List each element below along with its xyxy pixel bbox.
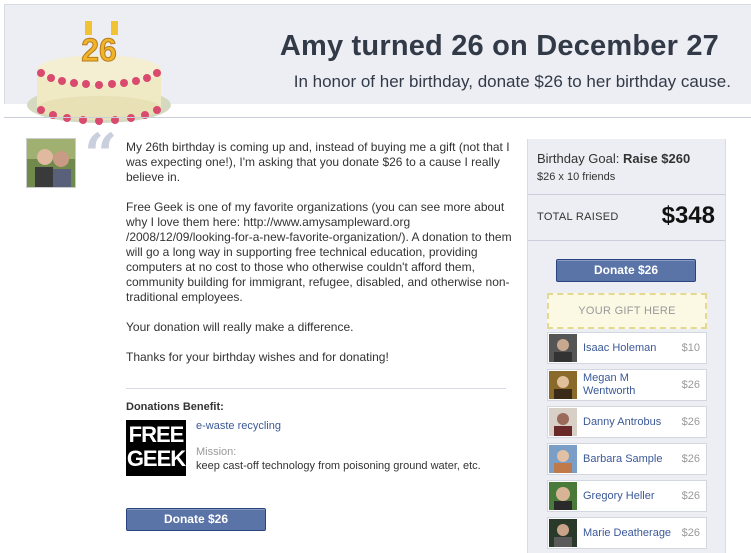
page-subtitle: In honor of her birthday, donate $26 to … — [293, 72, 731, 91]
donation-sidebar: Birthday Goal: Raise $260 $26 x 10 frien… — [527, 139, 726, 553]
donor-amount: $26 — [681, 453, 700, 465]
message-paragraph: Thanks for your birthday wishes and for … — [126, 350, 389, 364]
donor-item[interactable]: Gregory Heller $26 — [547, 480, 707, 512]
donor-name[interactable]: Marie Deatherage — [583, 518, 679, 548]
donor-name[interactable]: Gregory Heller — [583, 481, 679, 511]
donor-item[interactable]: Megan M Wentworth $26 — [547, 369, 707, 401]
quote-icon: “ — [84, 121, 118, 189]
header-divider — [4, 117, 751, 118]
donor-amount: $26 — [681, 527, 700, 539]
goal-prefix: Birthday Goal: — [537, 151, 620, 166]
donor-avatar — [549, 482, 577, 510]
cake-number: 26 — [81, 32, 117, 68]
donor-name[interactable]: Isaac Holeman — [583, 333, 679, 363]
total-raised-label: TOTAL RAISED — [537, 211, 619, 223]
donor-name[interactable]: Megan M Wentworth — [583, 370, 679, 400]
logo-line: FREE — [128, 422, 185, 447]
donor-avatar — [549, 519, 577, 547]
donor-avatar — [549, 334, 577, 362]
sidebar-divider — [528, 240, 725, 241]
birthday-header: 26 Amy turned 26 on December 27 In honor… — [4, 4, 751, 125]
donor-amount: $26 — [681, 416, 700, 428]
donations-benefit-label: Donations Benefit: — [126, 401, 224, 413]
donor-amount: $26 — [681, 490, 700, 502]
donor-item[interactable]: Danny Antrobus $26 — [547, 406, 707, 438]
page-title: Amy turned 26 on December 27 — [279, 30, 719, 62]
total-raised-value: $348 — [661, 202, 715, 229]
message-paragraph: My 26th birthday is coming up and, inste… — [126, 140, 510, 184]
mission-label: Mission: — [196, 446, 237, 458]
logo-line: GEEK — [126, 446, 186, 471]
donor-item[interactable]: Marie Deatherage $26 — [547, 517, 707, 549]
mission-text: keep cast-off technology from poisoning … — [196, 460, 481, 472]
your-gift-placeholder: YOUR GIFT HERE — [547, 293, 707, 329]
donor-avatar — [549, 445, 577, 473]
message-paragraph: Free Geek is one of my favorite organiza… — [126, 200, 512, 304]
donor-name[interactable]: Barbara Sample — [583, 444, 679, 474]
donor-amount: $10 — [681, 342, 700, 354]
sidebar-divider — [528, 194, 725, 195]
donor-name[interactable]: Danny Antrobus — [583, 407, 679, 437]
avatar[interactable] — [26, 138, 76, 188]
birthday-message: My 26th birthday is coming up and, inste… — [126, 140, 512, 380]
section-divider — [126, 388, 506, 389]
goal-breakdown: $26 x 10 friends — [537, 171, 616, 183]
donor-avatar — [549, 371, 577, 399]
donor-amount: $26 — [681, 379, 700, 391]
message-paragraph: Your donation will really make a differe… — [126, 320, 354, 334]
free-geek-logo[interactable]: FREE GEEK — [126, 420, 186, 476]
goal-value: Raise $260 — [623, 151, 691, 166]
donor-item[interactable]: Isaac Holeman $10 — [547, 332, 707, 364]
cause-link[interactable]: e-waste recycling — [196, 420, 281, 432]
birthday-goal: Birthday Goal: Raise $260 — [537, 151, 690, 166]
donor-avatar — [549, 408, 577, 436]
sidebar-donate-button[interactable]: Donate $26 — [556, 259, 696, 282]
donor-item[interactable]: Barbara Sample $26 — [547, 443, 707, 475]
donate-button[interactable]: Donate $26 — [126, 508, 266, 531]
